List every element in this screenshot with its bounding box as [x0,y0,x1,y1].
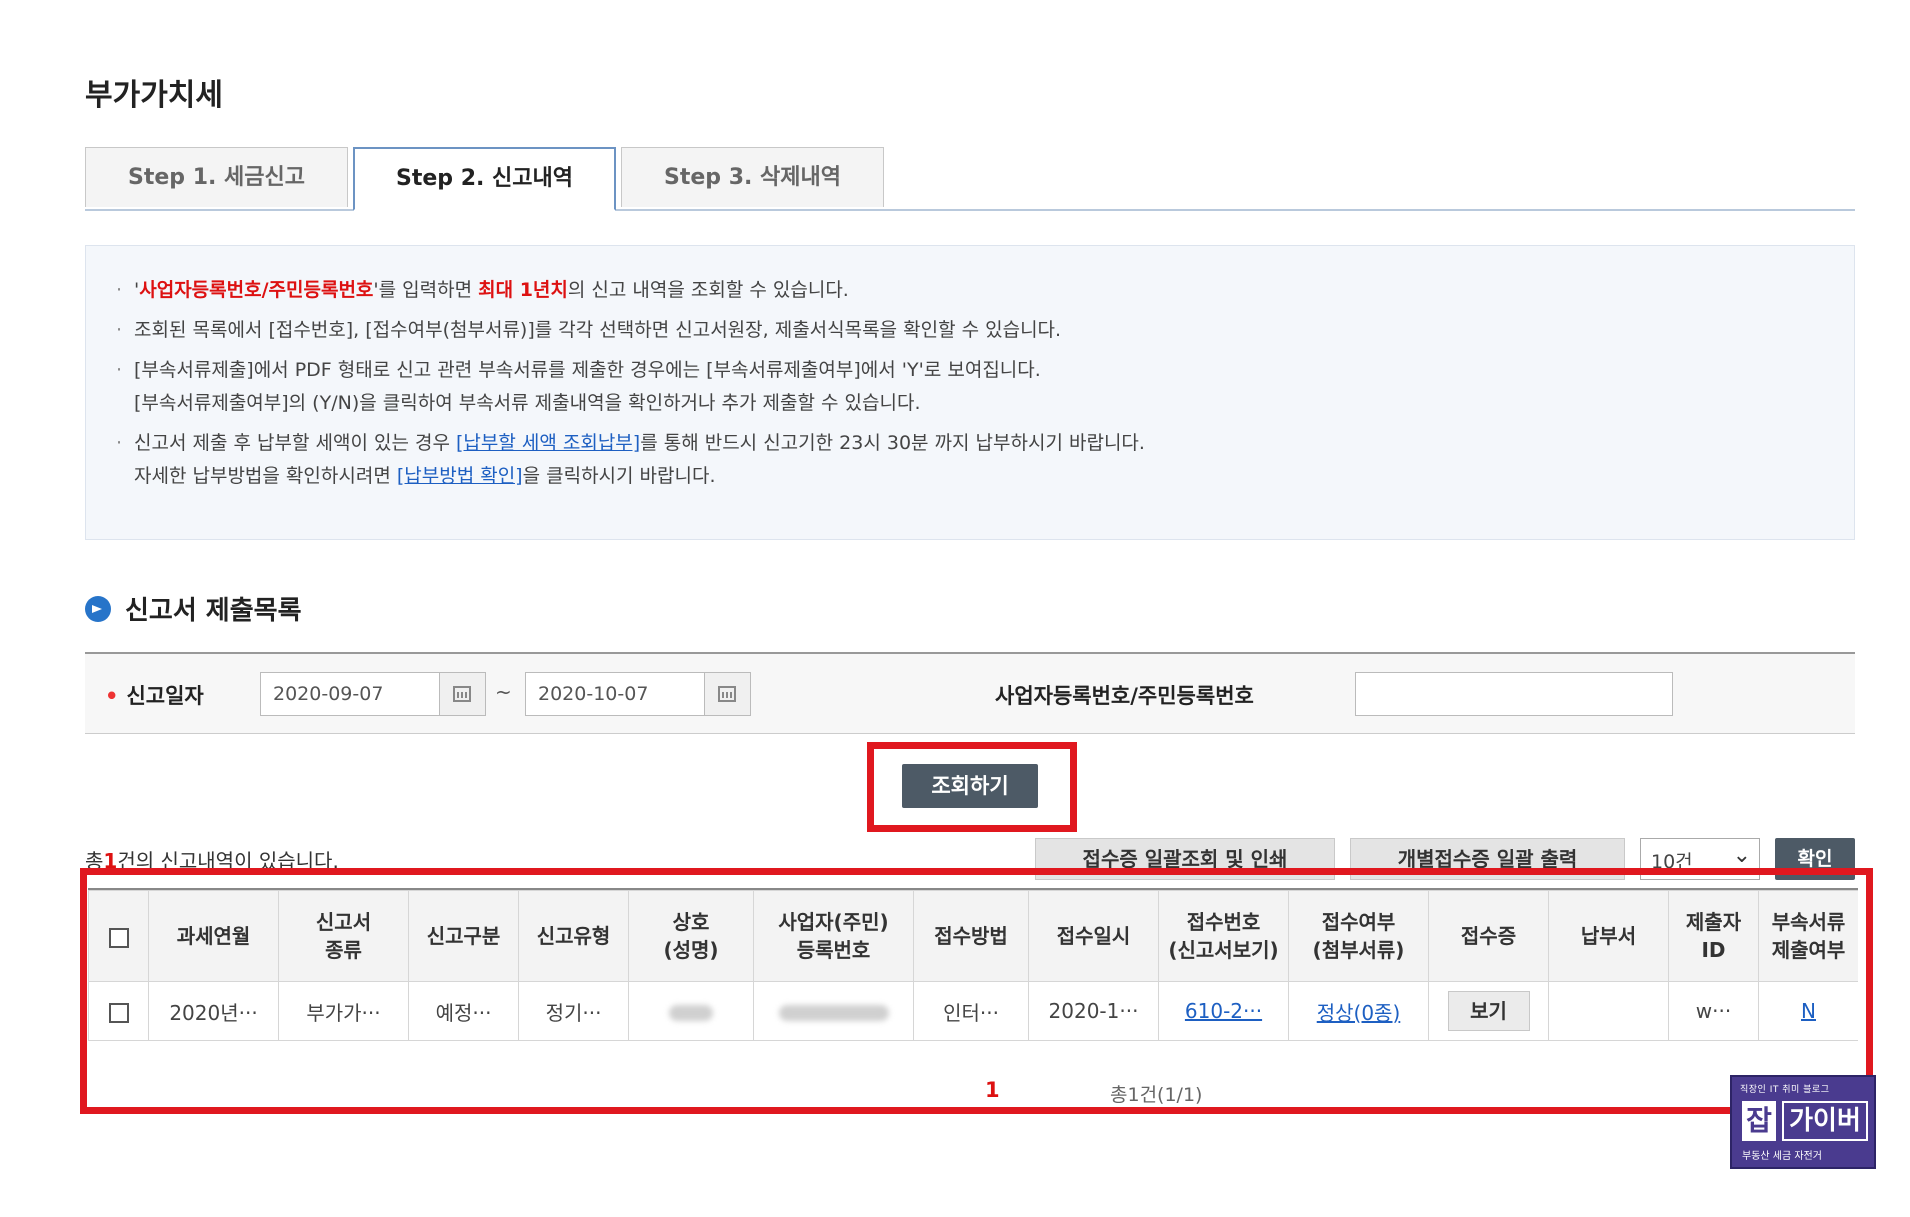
date-to-input[interactable]: 2020-10-07 [525,672,705,716]
date-from-input[interactable]: 2020-09-07 [260,672,440,716]
search-button[interactable]: 조회하기 [902,764,1038,808]
page-title: 부가가치세 [85,78,223,113]
calendar-icon[interactable] [440,672,486,716]
calendar-icon[interactable] [705,672,751,716]
info-item: 조회된 목록에서 [접수번호], [접수여부(첨부서류)]를 각각 선택하면 신… [116,314,1854,347]
tab-step2[interactable]: Step 2. 신고내역 [353,147,616,211]
arrow-circle-icon [85,595,111,622]
info-item: '사업자등록번호/주민등록번호'를 입력하면 최대 1년치의 신고 내역을 조회… [116,274,1854,307]
highlight-box [80,868,1873,1114]
step-tabs: Step 1. 세금신고 Step 2. 신고내역 Step 3. 삭제내역 [85,147,1855,211]
id-number-label: 사업자등록번호/주민등록번호 [995,684,1254,708]
date-label: • 신고일자 [105,684,204,708]
info-box: '사업자등록번호/주민등록번호'를 입력하면 최대 1년치의 신고 내역을 조회… [85,245,1855,540]
chevron-down-icon: ⌄ [1732,843,1751,868]
info-item: 신고서 제출 후 납부할 세액이 있는 경우 [납부할 세액 조회납부]를 통해… [116,427,1854,493]
info-item: [부속서류제출]에서 PDF 형태로 신고 관련 부속서류를 제출한 경우에는 … [116,354,1854,420]
search-panel: • 신고일자 2020-09-07 ~ 2020-10-07 사업자등록번호/주민… [85,652,1855,734]
id-number-input[interactable] [1355,672,1673,716]
date-range-separator: ~ [495,680,512,704]
tab-step3[interactable]: Step 3. 삭제내역 [621,147,884,207]
tab-step1[interactable]: Step 1. 세금신고 [85,147,348,207]
pay-method-link[interactable]: [납부방법 확인] [397,465,523,487]
section-title: 신고서 제출목록 [85,590,302,627]
required-dot-icon: • [105,684,119,708]
pay-tax-link[interactable]: [납부할 세액 조회납부] [456,432,640,454]
blog-watermark-logo: 직장인 IT 취미 블로그 잡 가이버 부동산 세금 자전거 [1730,1075,1876,1169]
